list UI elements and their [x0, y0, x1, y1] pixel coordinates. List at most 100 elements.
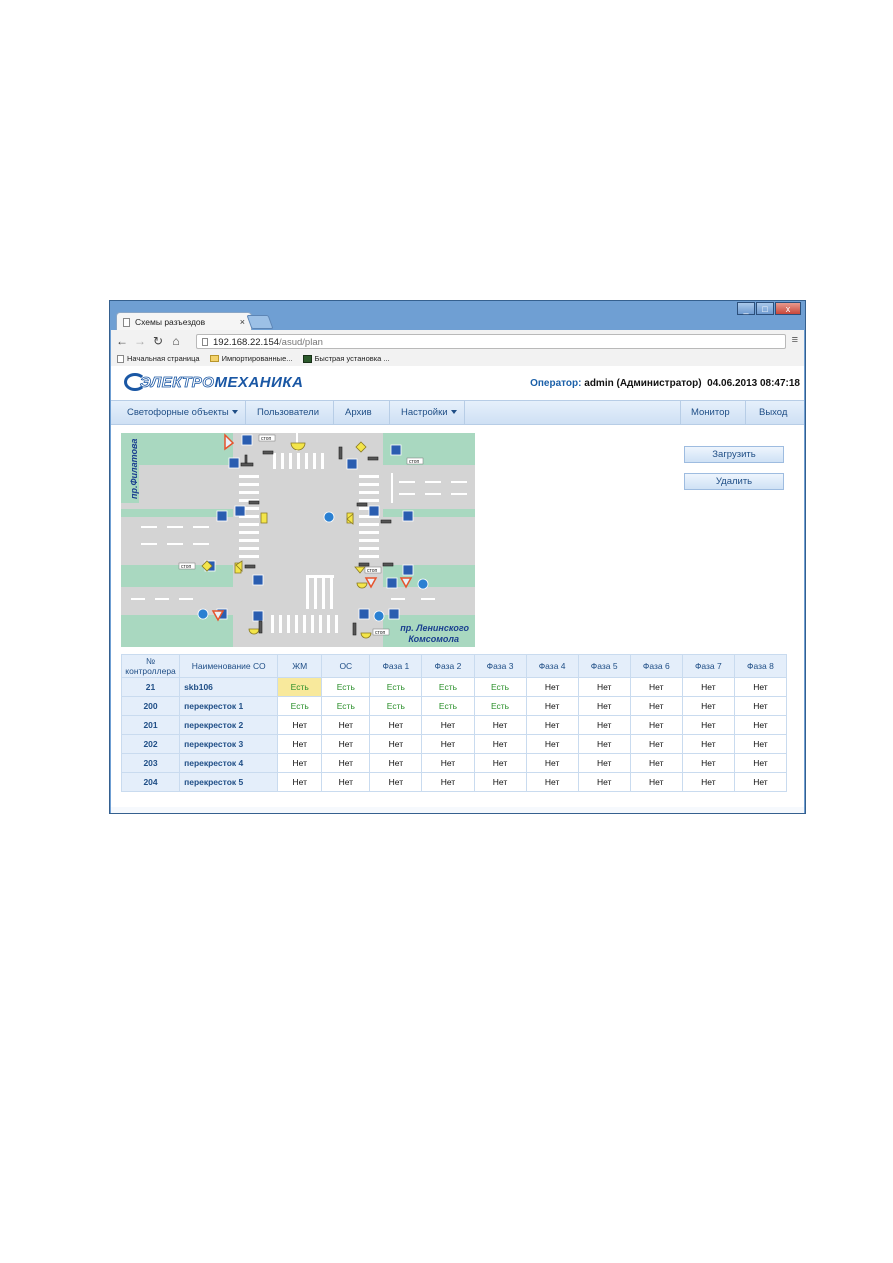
table-row[interactable]: 204 перекресток 5 Нет Нет Нет Нет Нет Нет Нет Нет… — [120, 772, 788, 792]
home-icon[interactable]: ⌂ — [169, 333, 183, 349]
status-cell: Нет — [577, 715, 631, 735]
col-header[interactable]: Фаза 5 — [577, 654, 631, 678]
status-cell: Нет — [629, 715, 683, 735]
forward-arrow-icon[interactable]: → — [133, 333, 147, 349]
status-cell: Нет — [525, 772, 579, 792]
street-label-filatova: пр.Филатова — [129, 439, 139, 499]
object-name-link[interactable]: перекресток 5 — [179, 772, 279, 792]
street-label-leninsky-2: Комсомола — [408, 634, 459, 644]
table-row[interactable]: 201 перекресток 2 Нет Нет Нет Нет Нет Нет Нет Нет… — [120, 715, 788, 735]
status-cell: Нет — [277, 734, 323, 754]
controller-number: 204 — [120, 772, 181, 792]
status-cell: Нет — [473, 753, 527, 773]
status-cell: Нет — [525, 696, 579, 716]
bookmark-item[interactable]: Импортированные... — [209, 352, 293, 365]
new-tab-button[interactable] — [246, 315, 274, 329]
nav-monitor[interactable]: Монитор — [691, 401, 730, 424]
status-cell: Нет — [577, 753, 631, 773]
url-path: /asud/plan — [279, 337, 323, 348]
status-cell: Нет — [681, 753, 735, 773]
status-cell: Нет — [629, 677, 683, 697]
intersection-map[interactable]: стоп стоп стоп стоп стоп пр.Филатова пр.… — [121, 433, 475, 647]
table-row[interactable]: 21 skb106 Есть Есть Есть Есть Есть Нет Нет Нет Нет… — [120, 677, 788, 697]
back-arrow-icon[interactable]: ← — [115, 333, 129, 349]
caret-down-icon — [231, 410, 238, 415]
status-cell: Нет — [629, 696, 683, 716]
address-bar[interactable]: 192.168.22.154/asud/plan — [196, 334, 786, 349]
app-icon — [302, 354, 312, 363]
status-cell: Есть — [473, 696, 527, 716]
nav-logout[interactable]: Выход — [759, 401, 787, 424]
status-cell: Нет — [421, 772, 475, 792]
nav-archive[interactable]: Архив — [345, 401, 372, 424]
status-cell: Есть — [277, 677, 323, 697]
bookmark-label: Импортированные... — [221, 354, 293, 363]
col-header[interactable]: Наименование СО — [179, 654, 279, 678]
status-cell: Нет — [629, 734, 683, 754]
folder-icon — [209, 355, 219, 362]
load-button[interactable]: Загрузить — [684, 446, 784, 463]
close-window-button[interactable]: x — [775, 302, 801, 315]
main-nav: Светофорные объекты Пользователи Архив Н… — [111, 400, 804, 425]
status-cell: Нет — [733, 677, 788, 697]
table-row[interactable]: 203 перекресток 4 Нет Нет Нет Нет Нет Нет Нет Нет… — [120, 753, 788, 773]
object-name-link[interactable]: перекресток 1 — [179, 696, 279, 716]
nav-settings[interactable]: Настройки — [401, 401, 457, 424]
controller-number: 201 — [120, 715, 181, 735]
col-header[interactable]: Фаза 7 — [681, 654, 735, 678]
bookmark-label: Начальная страница — [127, 354, 200, 363]
nav-label: Настройки — [401, 407, 448, 418]
browser-tab[interactable]: Схемы разъездов × — [116, 312, 252, 331]
maximize-button[interactable]: □ — [756, 302, 774, 315]
bookmarks-bar: Начальная страница Импортированные... Бы… — [117, 352, 390, 365]
logo-text: ЭЛЕКТРОМЕХАНИКА — [140, 373, 304, 391]
bookmark-label: Быстрая установка ... — [314, 354, 390, 363]
col-header[interactable]: Фаза 8 — [733, 654, 788, 678]
page-content: ЭЛЕКТРОМЕХАНИКА Оператор: admin (Админис… — [111, 366, 804, 813]
operator-label: Оператор: — [530, 378, 582, 389]
object-name-link[interactable]: skb106 — [179, 677, 279, 697]
status-cell: Нет — [629, 753, 683, 773]
col-header[interactable]: ОС — [321, 654, 371, 678]
status-cell: Нет — [421, 734, 475, 754]
col-header[interactable]: Фаза 6 — [629, 654, 683, 678]
table-row[interactable]: 200 перекресток 1 Есть Есть Есть Есть Есть Нет Н… — [120, 696, 788, 716]
object-name-link[interactable]: перекресток 3 — [179, 734, 279, 754]
nav-users[interactable]: Пользователи — [257, 401, 319, 424]
col-header[interactable]: Фаза 4 — [525, 654, 579, 678]
status-cell: Нет — [525, 677, 579, 697]
page-footer — [111, 807, 804, 813]
bookmark-item[interactable]: Быстрая установка ... — [302, 352, 390, 365]
minimize-button[interactable]: _ — [737, 302, 755, 315]
table-row[interactable]: 202 перекресток 3 Нет Нет Нет Нет Нет Нет Нет Нет… — [120, 734, 788, 754]
status-cell: Нет — [733, 715, 788, 735]
object-name-link[interactable]: перекресток 4 — [179, 753, 279, 773]
col-header[interactable]: Фаза 3 — [473, 654, 527, 678]
status-cell: Нет — [369, 715, 423, 735]
col-header[interactable]: № контроллера — [120, 654, 181, 678]
controller-number: 200 — [120, 696, 181, 716]
delete-button[interactable]: Удалить — [684, 473, 784, 490]
col-header[interactable]: Фаза 1 — [369, 654, 423, 678]
status-cell: Нет — [577, 696, 631, 716]
status-cell: Нет — [369, 772, 423, 792]
bookmark-item[interactable]: Начальная страница — [117, 352, 200, 365]
col-header[interactable]: ЖМ — [277, 654, 323, 678]
status-cell: Есть — [321, 696, 371, 716]
status-cell: Нет — [681, 715, 735, 735]
status-cell: Нет — [525, 715, 579, 735]
reload-icon[interactable]: ↻ — [151, 333, 165, 349]
window-controls: _ □ x — [737, 302, 801, 316]
status-cell: Нет — [525, 734, 579, 754]
operator-name: admin (Администратор) — [584, 378, 702, 389]
col-header[interactable]: Фаза 2 — [421, 654, 475, 678]
street-label-leninsky-1: пр. Ленинского — [400, 623, 469, 633]
browser-toolbar: ← → ↻ ⌂ 192.168.22.154/asud/plan ≡ Начал… — [111, 330, 804, 366]
status-cell: Есть — [369, 677, 423, 697]
object-name-link[interactable]: перекресток 2 — [179, 715, 279, 735]
menu-icon[interactable]: ≡ — [792, 334, 798, 346]
nav-traffic-objects[interactable]: Светофорные объекты — [127, 401, 238, 424]
status-cell: Нет — [577, 734, 631, 754]
divider — [464, 401, 465, 424]
caret-down-icon — [450, 410, 457, 415]
